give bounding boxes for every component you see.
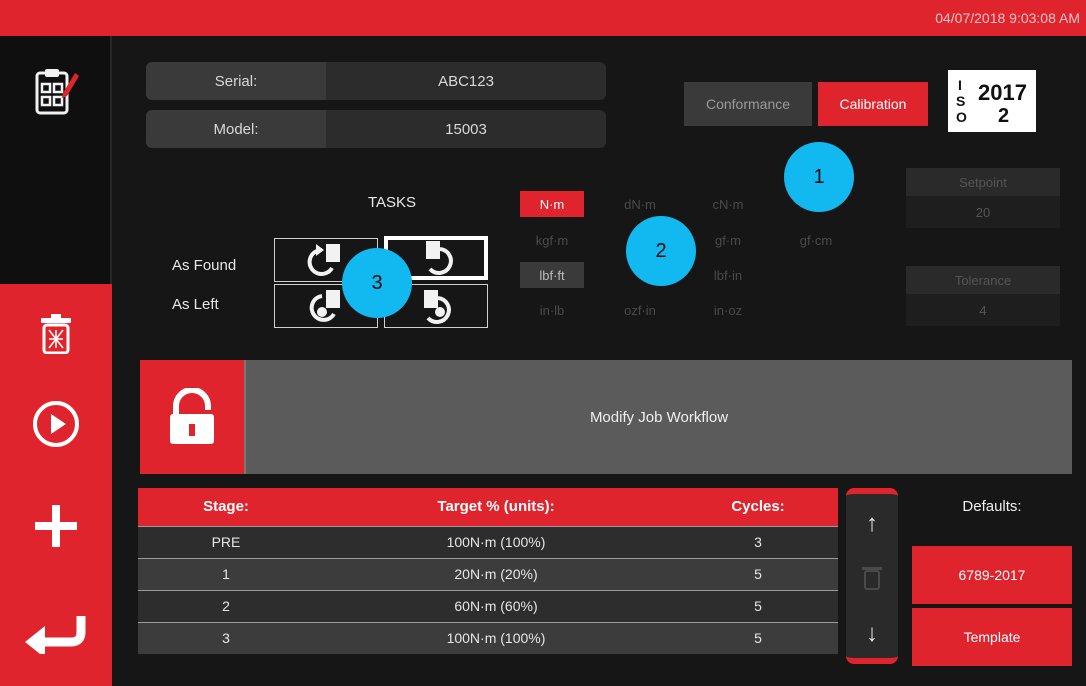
modify-workflow-button[interactable]: Modify Job Workflow [244,360,1072,474]
callout-badge-2: 2 [626,216,696,286]
serial-field: Serial: ABC123 [146,62,606,100]
lock-button[interactable] [140,360,244,474]
iso-logo: I S O 2017 2 [948,70,1036,132]
unit-in-lb[interactable]: in·lb [520,297,584,323]
table-row[interactable]: 1 20N·m (20%) 5 [138,557,838,590]
tolerance-value[interactable]: 4 [906,294,1060,326]
cycle-tool-icon [309,290,340,322]
tolerance-panel: Tolerance 4 [906,266,1060,326]
cycles-cell: 3 [678,525,838,558]
svg-text:O: O [956,109,967,125]
move-up-button[interactable]: ↑ [846,510,898,538]
cycle-document-icon [426,241,453,275]
row-controls: ↑ ↓ [846,488,898,664]
unit-gf-cm[interactable]: gf·cm [784,227,848,253]
tasks-title: TASKS [367,194,417,211]
svg-text:2017: 2017 [978,80,1027,105]
table-row[interactable]: 3 100N·m (100%) 5 [138,621,838,654]
setpoint-panel: Setpoint 20 [906,168,1060,228]
column-header: Target % (units): [314,488,678,526]
svg-text:2: 2 [998,105,1009,127]
top-status-bar: 04/07/2018 9:03:08 AM [0,0,1086,36]
calibration-button[interactable]: Calibration [818,82,928,126]
template-button[interactable]: Template [912,608,1072,666]
unit-lbf-in[interactable]: lbf·in [696,262,760,288]
defaults-title: Defaults: [962,498,1022,515]
cycles-cell: 5 [678,557,838,590]
serial-label: Serial: [146,62,326,100]
stages-table: Stage: Target % (units): Cycles: PRE 100… [138,488,838,654]
callout-badge-3: 3 [342,248,412,318]
unit-gf-m[interactable]: gf·m [696,227,760,253]
model-label: Model: [146,110,326,148]
stage-cell: 3 [138,621,314,654]
iso-standard-icon: I S O 2017 2 [956,77,1027,127]
add-button[interactable] [28,498,84,554]
unit-cn-m[interactable]: cN·m [696,191,760,217]
unit-ozf-in[interactable]: ozf·in [608,297,672,323]
as-found-label: As Found [172,257,237,274]
unit-dn-m[interactable]: dN·m [608,191,672,217]
sidebar-top [0,36,112,284]
svg-text:I: I [958,77,962,93]
move-down-button[interactable]: ↓ [846,620,898,648]
as-left-label: As Left [172,296,219,313]
clipboard-edit-icon [35,69,79,115]
standard-default-button[interactable]: 6789-2017 [912,546,1072,604]
job-form-button[interactable] [26,62,86,122]
play-icon [33,401,79,447]
column-header: Stage: [138,488,314,526]
workflow-bar: Modify Job Workflow [140,360,1072,474]
unit-kgf-m[interactable]: kgf·m [520,227,584,253]
tolerance-label: Tolerance [906,266,1060,294]
serial-value[interactable]: ABC123 [326,62,606,100]
unit-lbf-ft[interactable]: lbf·ft [520,262,584,288]
unit-n-m[interactable]: N·m [520,191,584,217]
trash-icon [41,314,71,354]
return-arrow-icon [25,616,86,654]
svg-text:S: S [956,93,965,109]
stage-cell: 2 [138,589,314,622]
cycle-tool-icon [424,290,451,324]
stage-cell: 1 [138,557,314,590]
conformance-button[interactable]: Conformance [684,82,812,126]
target-cell: 100N·m (100%) [314,525,678,558]
delete-row-button[interactable] [846,564,898,597]
setpoint-label: Setpoint [906,168,1060,196]
plus-icon [35,505,77,547]
stage-cell: PRE [138,525,314,558]
cycles-cell: 5 [678,589,838,622]
setpoint-value[interactable]: 20 [906,196,1060,228]
play-button[interactable] [28,396,84,452]
table-row[interactable]: PRE 100N·m (100%) 3 [138,525,838,558]
delete-button[interactable] [28,306,84,362]
callout-badge-1: 1 [784,142,854,212]
model-field: Model: 15003 [146,110,606,148]
sidebar-actions [0,284,112,686]
datetime: 04/07/2018 9:03:08 AM [935,10,1080,26]
target-cell: 20N·m (20%) [314,557,678,590]
trash-icon [862,567,882,590]
table-row[interactable]: 2 60N·m (60%) 5 [138,589,838,622]
target-cell: 60N·m (60%) [314,589,678,622]
cycle-document-icon [307,244,340,276]
back-button[interactable] [20,606,92,662]
cycles-cell: 5 [678,621,838,654]
column-header: Cycles: [678,488,838,526]
target-cell: 100N·m (100%) [314,621,678,654]
model-value[interactable]: 15003 [326,110,606,148]
unlock-icon [170,388,214,444]
unit-in-oz[interactable]: in·oz [696,297,760,323]
